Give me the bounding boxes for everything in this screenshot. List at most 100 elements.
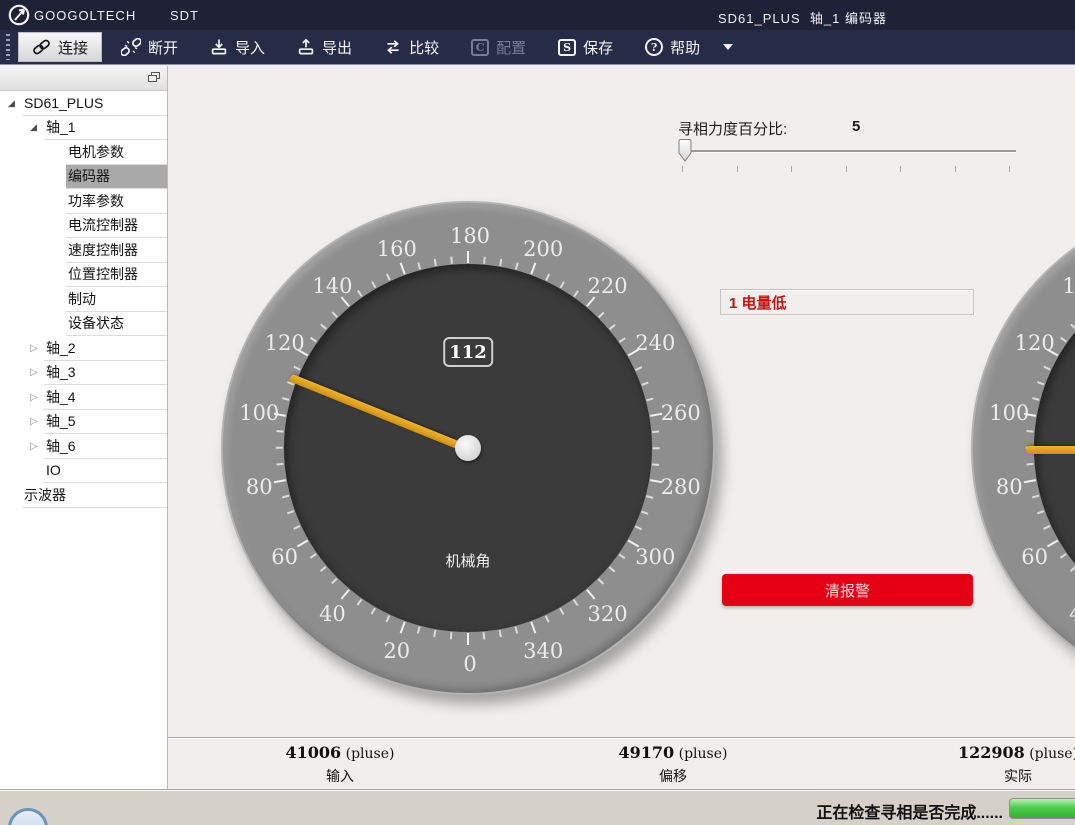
gauge-minor-tick [434, 259, 437, 266]
tree-item-axis-3[interactable]: ▷轴_3 [0, 361, 167, 386]
save-button[interactable]: S 保存 [545, 32, 626, 62]
tree-item-label: 示波器 [22, 483, 167, 508]
tree-item-speed-ctrl[interactable]: 速度控制器 [0, 238, 167, 263]
help-button[interactable]: ? 帮助 [632, 32, 713, 62]
tree-item-axis-6[interactable]: ▷轴_6 [0, 434, 167, 459]
gauge-tick-label: 60 [271, 545, 298, 569]
gauge-minor-tick [332, 578, 338, 584]
gauge-tick-label: 320 [588, 602, 628, 626]
tree-item-axis-1[interactable]: ◢轴_1 [0, 116, 167, 141]
gauge-minor-tick [418, 262, 421, 269]
googoltech-logo-icon [7, 3, 31, 27]
gauge-tick-label: 40 [1069, 602, 1075, 626]
gauge-tick-label: 40 [319, 602, 346, 626]
chevron-down-icon[interactable] [723, 44, 733, 50]
input-unit: (pluse) [346, 746, 395, 762]
tree-item-axis-5[interactable]: ▷轴_5 [0, 410, 167, 435]
toolbar-gripper[interactable] [6, 34, 10, 60]
expanded-expander-icon[interactable]: ◢ [30, 122, 44, 133]
tree-item-motor-params[interactable]: 电机参数 [0, 140, 167, 165]
compare-arrows-icon [384, 38, 402, 56]
gauge-major-tick [400, 263, 406, 275]
gauge-major-tick [467, 633, 469, 645]
collapsed-expander-icon[interactable]: ▷ [30, 416, 44, 427]
gauge-minor-tick [1032, 398, 1039, 401]
gauge-title: 机械角 [445, 550, 490, 571]
tree-item-oscilloscope[interactable]: 示波器 [0, 483, 167, 508]
tree-item-io[interactable]: IO [0, 459, 167, 484]
slider-tick [955, 166, 956, 172]
gauge-minor-tick [386, 274, 390, 281]
status-text: 正在检查寻相是否完成...... [816, 799, 1003, 823]
slider-tick [791, 166, 792, 172]
gauge-tick-label: 180 [450, 224, 490, 248]
slider-tick [682, 166, 683, 172]
tree-item-position-ctrl[interactable]: 位置控制器 [0, 263, 167, 288]
collapsed-expander-icon[interactable]: ▷ [30, 441, 44, 452]
sidebar: ◢SD61_PLUS◢轴_1电机参数编码器功率参数电流控制器速度控制器位置控制器… [0, 66, 168, 790]
collapsed-expander-icon[interactable]: ▷ [30, 367, 44, 378]
float-panel-icon[interactable] [148, 72, 160, 83]
collapsed-expander-icon[interactable]: ▷ [30, 343, 44, 354]
import-button[interactable]: 导入 [197, 32, 278, 62]
slider-track[interactable] [681, 150, 1016, 152]
gauge-minor-tick [546, 274, 550, 281]
tree-item-axis-4[interactable]: ▷轴_4 [0, 385, 167, 410]
tree-item-label: 速度控制器 [66, 238, 167, 263]
gauge-minor-tick [451, 257, 453, 264]
gauge-minor-tick [287, 511, 294, 515]
gauge-major-tick [274, 479, 286, 483]
gauge-minor-tick [483, 632, 485, 639]
collapsed-expander-icon[interactable]: ▷ [30, 392, 44, 403]
gauge-tick-label: 140 [1062, 274, 1075, 298]
gauge-minor-tick [560, 608, 565, 615]
tree-item-label: SD61_PLUS [22, 91, 167, 116]
gauge-minor-tick [434, 630, 437, 637]
tree-item-label: 电流控制器 [66, 214, 167, 239]
gauge-major-tick [1024, 479, 1036, 483]
gauge-tick-label: 260 [661, 401, 701, 425]
readout-input: 41006 (pluse) 输入 [230, 743, 450, 786]
alarm-box: 1 电量低 [720, 289, 974, 315]
config-button[interactable]: C 配置 [458, 32, 539, 62]
tree-item-encoder[interactable]: 编码器 [0, 165, 167, 190]
gauge-minor-tick [515, 627, 518, 634]
tree-item-label: 轴_1 [44, 116, 167, 141]
gauge-value-box: 112 [443, 337, 493, 367]
readouts-divider [168, 737, 1075, 738]
tree-item-label: 功率参数 [66, 189, 167, 214]
app-body: ◢SD61_PLUS◢轴_1电机参数编码器功率参数电流控制器速度控制器位置控制器… [0, 66, 1075, 790]
tree-item-current-ctrl[interactable]: 电流控制器 [0, 214, 167, 239]
tree-item-axis-2[interactable]: ▷轴_2 [0, 336, 167, 361]
compare-button[interactable]: 比较 [371, 32, 452, 62]
tree-item-power-params[interactable]: 功率参数 [0, 189, 167, 214]
alarm-text: 1 电量低 [721, 292, 787, 313]
gauge-minor-tick [282, 495, 289, 498]
export-button[interactable]: 导出 [284, 32, 365, 62]
clear-alarm-button[interactable]: 清报警 [722, 574, 973, 606]
connect-button[interactable]: 连接 [18, 32, 102, 62]
tree-item-brake[interactable]: 制动 [0, 287, 167, 312]
gauge-minor-tick [546, 615, 550, 622]
gauge-minor-tick [1070, 324, 1075, 330]
connect-label: 连接 [58, 37, 88, 58]
gauge-tick-label: 0 [463, 652, 476, 676]
expanded-expander-icon[interactable]: ◢ [8, 98, 22, 109]
gauge-minor-tick [635, 366, 642, 370]
gauge-tick-label: 280 [661, 475, 701, 499]
input-label: 输入 [230, 766, 450, 786]
slider-thumb[interactable] [678, 139, 692, 163]
gauge-minor-tick [609, 324, 615, 330]
gauge-minor-tick [619, 553, 626, 558]
tree-item-device-status[interactable]: 设备状态 [0, 312, 167, 337]
disconnect-button[interactable]: 断开 [108, 32, 191, 62]
tree-item-sd61-plus[interactable]: ◢SD61_PLUS [0, 91, 167, 116]
gauge-minor-tick [310, 553, 317, 558]
gauge-minor-tick [310, 337, 317, 342]
gauge-minor-tick [1037, 382, 1044, 386]
gauge-tick-label: 120 [265, 331, 305, 355]
gauge-minor-tick [642, 511, 649, 515]
main-panel: 寻相力度百分比: 5 02040608010012014016018020022… [168, 66, 1075, 790]
tree-item-label: 轴_3 [44, 361, 167, 386]
tree-item-label: 制动 [66, 287, 167, 312]
